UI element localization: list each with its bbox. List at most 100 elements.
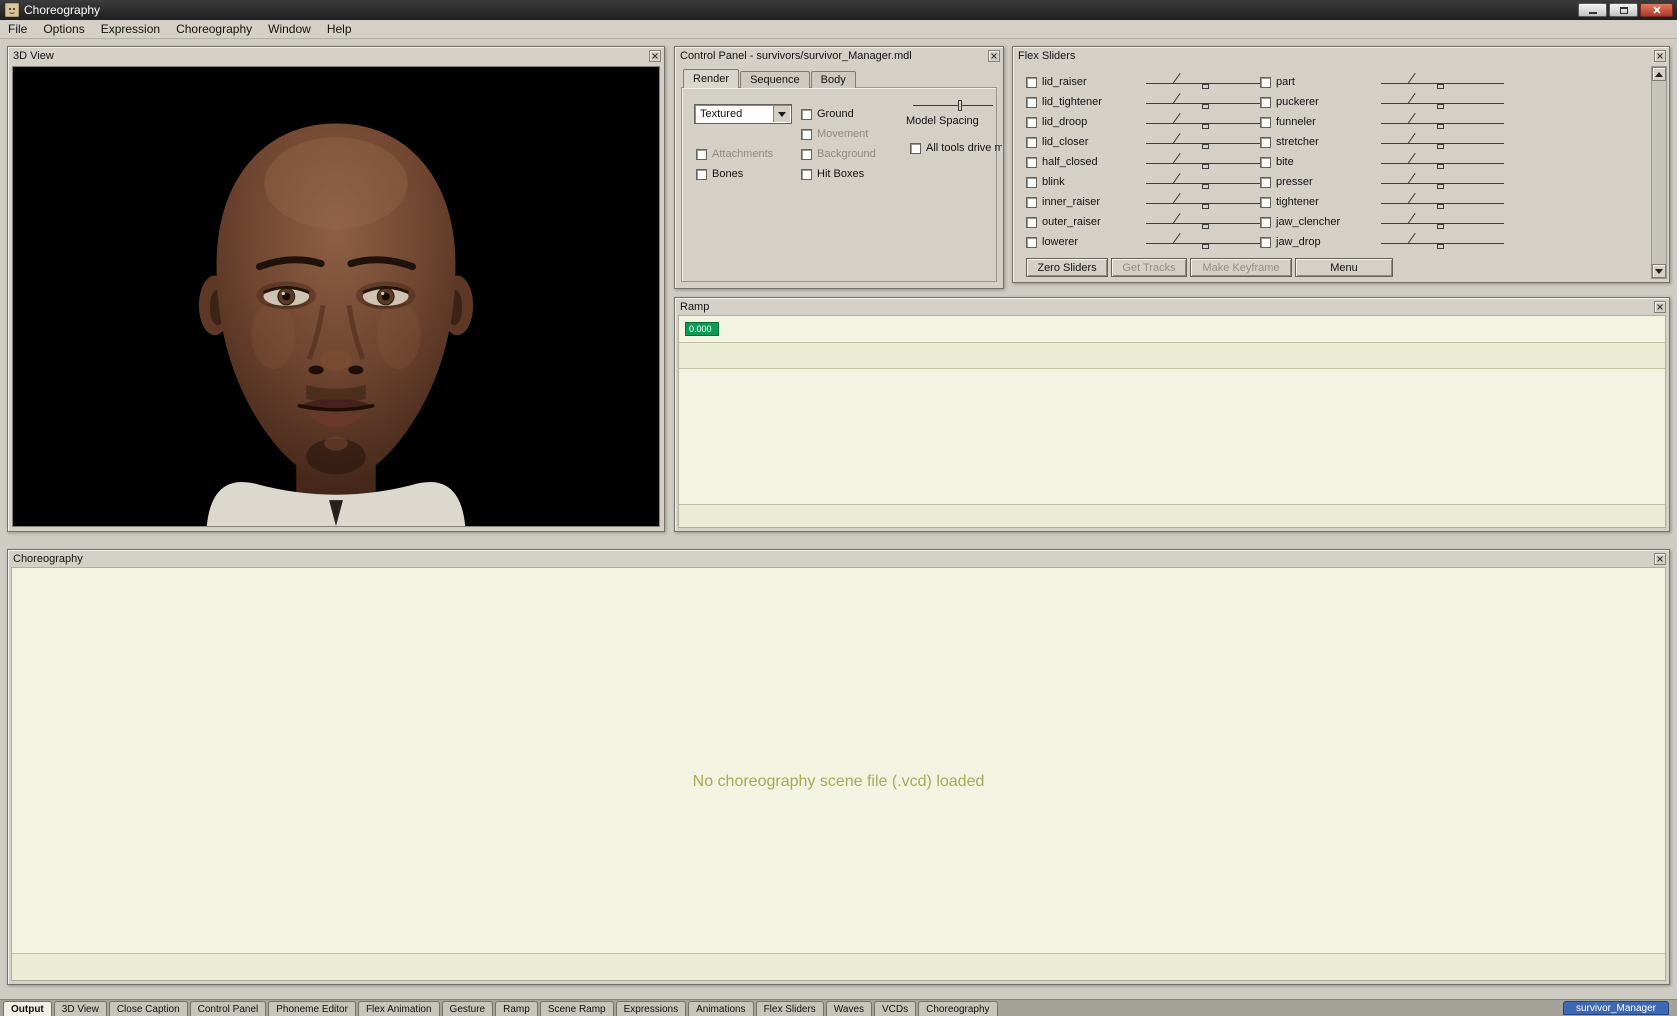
- slider-thumb[interactable]: [1437, 224, 1444, 229]
- tab-gesture[interactable]: Gesture: [441, 1001, 494, 1016]
- menu-options[interactable]: Options: [35, 21, 92, 37]
- slider-thumb[interactable]: [1202, 84, 1209, 89]
- close-button[interactable]: [1640, 3, 1673, 17]
- get-tracks-button[interactable]: Get Tracks: [1111, 258, 1187, 277]
- flex-slider-puckerer[interactable]: [1381, 92, 1504, 110]
- ramp-timeline-area[interactable]: 0.000: [678, 315, 1666, 528]
- flex-slider-bite[interactable]: [1381, 152, 1504, 170]
- flex-slider-lid_closer[interactable]: [1146, 132, 1269, 150]
- tab-close-caption[interactable]: Close Caption: [108, 1001, 188, 1016]
- panel-ramp-close-button[interactable]: [1654, 301, 1666, 313]
- minimize-button[interactable]: [1578, 3, 1607, 17]
- background-checkbox[interactable]: Background: [801, 148, 876, 160]
- flex-checkbox-lid_tightener[interactable]: lid_tightener: [1026, 96, 1102, 108]
- tab-control-panel[interactable]: Control Panel: [189, 1001, 267, 1016]
- slider-thumb[interactable]: [1202, 204, 1209, 209]
- flex-slider-jaw_drop[interactable]: [1381, 232, 1504, 250]
- all-tools-drive-mouth-checkbox[interactable]: All tools drive m: [910, 142, 1002, 154]
- flex-slider-funneler[interactable]: [1381, 112, 1504, 130]
- hit-boxes-checkbox[interactable]: Hit Boxes: [801, 168, 864, 180]
- flex-slider-lowerer[interactable]: [1146, 232, 1269, 250]
- tab-scene-ramp[interactable]: Scene Ramp: [539, 1001, 614, 1016]
- slider-thumb[interactable]: [1437, 124, 1444, 129]
- attachments-checkbox[interactable]: Attachments: [696, 148, 773, 160]
- panel-3d-view-close-button[interactable]: [649, 50, 661, 62]
- scroll-up-button[interactable]: [1652, 67, 1666, 81]
- flex-checkbox-jaw_drop[interactable]: jaw_drop: [1260, 236, 1321, 248]
- flex-slider-inner_raiser[interactable]: [1146, 192, 1269, 210]
- slider-thumb[interactable]: [1202, 144, 1209, 149]
- flex-scrollbar[interactable]: [1651, 66, 1667, 279]
- tab-waves[interactable]: Waves: [825, 1001, 873, 1016]
- tab-expressions[interactable]: Expressions: [615, 1001, 687, 1016]
- slider-thumb[interactable]: [1437, 104, 1444, 109]
- model-tab-survivor-manager[interactable]: survivor_Manager: [1562, 1001, 1669, 1015]
- slider-thumb[interactable]: [1437, 144, 1444, 149]
- flex-slider-blink[interactable]: [1146, 172, 1269, 190]
- flex-slider-stretcher[interactable]: [1381, 132, 1504, 150]
- flex-slider-outer_raiser[interactable]: [1146, 212, 1269, 230]
- flex-checkbox-lowerer[interactable]: lowerer: [1026, 236, 1078, 248]
- flex-slider-half_closed[interactable]: [1146, 152, 1269, 170]
- flex-checkbox-lid_droop[interactable]: lid_droop: [1026, 116, 1087, 128]
- slider-thumb[interactable]: [1202, 244, 1209, 249]
- flex-slider-lid_raiser[interactable]: [1146, 72, 1269, 90]
- tab-flex-sliders[interactable]: Flex Sliders: [755, 1001, 824, 1016]
- render-mode-dropdown[interactable]: Textured: [694, 104, 792, 124]
- flex-slider-jaw_clencher[interactable]: [1381, 212, 1504, 230]
- slider-thumb[interactable]: [1202, 104, 1209, 109]
- choreography-workspace[interactable]: No choreography scene file (.vcd) loaded: [11, 567, 1666, 981]
- tab-animations[interactable]: Animations: [688, 1001, 754, 1016]
- tab-body[interactable]: Body: [810, 71, 856, 88]
- flex-checkbox-outer_raiser[interactable]: outer_raiser: [1026, 216, 1101, 228]
- flex-checkbox-part[interactable]: part: [1260, 76, 1295, 88]
- scroll-down-button[interactable]: [1652, 264, 1666, 278]
- bones-checkbox[interactable]: Bones: [696, 168, 743, 180]
- menu-window[interactable]: Window: [260, 21, 319, 37]
- dropdown-arrow-button[interactable]: [773, 106, 790, 122]
- tab-3d-view[interactable]: 3D View: [53, 1001, 107, 1016]
- flex-slider-lid_tightener[interactable]: [1146, 92, 1269, 110]
- slider-thumb[interactable]: [1437, 164, 1444, 169]
- flex-checkbox-funneler[interactable]: funneler: [1260, 116, 1316, 128]
- slider-thumb[interactable]: [957, 100, 962, 111]
- menu-button[interactable]: Menu: [1295, 258, 1393, 277]
- movement-checkbox[interactable]: Movement: [801, 128, 868, 140]
- slider-thumb[interactable]: [1437, 184, 1444, 189]
- flex-checkbox-half_closed[interactable]: half_closed: [1026, 156, 1098, 168]
- flex-checkbox-puckerer[interactable]: puckerer: [1260, 96, 1319, 108]
- tab-sequence[interactable]: Sequence: [740, 71, 810, 88]
- slider-thumb[interactable]: [1202, 164, 1209, 169]
- tab-vcds[interactable]: VCDs: [874, 1001, 917, 1016]
- flex-checkbox-lid_closer[interactable]: lid_closer: [1026, 136, 1088, 148]
- zero-sliders-button[interactable]: Zero Sliders: [1026, 258, 1108, 277]
- flex-slider-tightener[interactable]: [1381, 192, 1504, 210]
- slider-thumb[interactable]: [1437, 244, 1444, 249]
- make-keyframe-button[interactable]: Make Keyframe: [1190, 258, 1292, 277]
- model-spacing-slider[interactable]: [913, 97, 993, 113]
- flex-slider-presser[interactable]: [1381, 172, 1504, 190]
- tab-phoneme-editor[interactable]: Phoneme Editor: [268, 1001, 356, 1016]
- flex-checkbox-blink[interactable]: blink: [1026, 176, 1065, 188]
- maximize-button[interactable]: [1609, 3, 1638, 17]
- slider-thumb[interactable]: [1202, 224, 1209, 229]
- slider-thumb[interactable]: [1202, 184, 1209, 189]
- flex-checkbox-tightener[interactable]: tightener: [1260, 196, 1319, 208]
- tab-output[interactable]: Output: [3, 1001, 52, 1016]
- slider-thumb[interactable]: [1437, 204, 1444, 209]
- flex-checkbox-lid_raiser[interactable]: lid_raiser: [1026, 76, 1087, 88]
- menu-help[interactable]: Help: [319, 21, 360, 37]
- slider-thumb[interactable]: [1202, 124, 1209, 129]
- flex-checkbox-stretcher[interactable]: stretcher: [1260, 136, 1319, 148]
- 3d-viewport[interactable]: [12, 66, 660, 527]
- slider-thumb[interactable]: [1437, 84, 1444, 89]
- flex-checkbox-bite[interactable]: bite: [1260, 156, 1294, 168]
- tab-flex-animation[interactable]: Flex Animation: [357, 1001, 440, 1016]
- tab-choreography[interactable]: Choreography: [918, 1001, 998, 1016]
- flex-slider-lid_droop[interactable]: [1146, 112, 1269, 130]
- ground-checkbox[interactable]: Ground: [801, 108, 854, 120]
- tab-ramp[interactable]: Ramp: [495, 1001, 538, 1016]
- flex-checkbox-presser[interactable]: presser: [1260, 176, 1313, 188]
- menu-expression[interactable]: Expression: [93, 21, 168, 37]
- flex-checkbox-jaw_clencher[interactable]: jaw_clencher: [1260, 216, 1340, 228]
